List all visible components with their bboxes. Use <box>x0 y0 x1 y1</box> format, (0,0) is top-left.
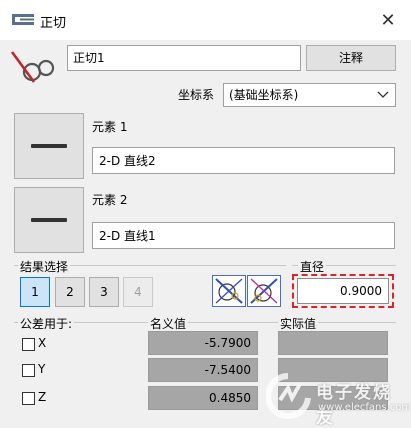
diameter-label: 直径 <box>298 258 327 275</box>
watermark: 电子发烧友 www.elecfans.com <box>266 372 411 428</box>
highlight-box <box>292 274 394 308</box>
tangent-tool-icon <box>10 46 58 88</box>
x-checkbox[interactable] <box>22 338 35 351</box>
y-label: Y <box>38 362 46 376</box>
y-checkbox[interactable] <box>22 364 35 377</box>
coord-system-value: (基础坐标系) <box>229 88 299 102</box>
nominal-x-value: -5.7900 <box>148 331 258 355</box>
comment-button[interactable]: 注释 <box>306 45 396 71</box>
element1-input[interactable]: 2-D 直线2 <box>92 147 395 174</box>
watermark-text-en: www.elecfans.com <box>318 402 411 413</box>
nominal-z-value: 0.4850 <box>148 386 258 410</box>
result-option-4[interactable]: 4 <box>123 277 153 307</box>
x-label: X <box>38 336 47 350</box>
actual-x-value <box>278 331 388 355</box>
nominal-header: 名义值 <box>148 315 189 332</box>
feature-name-input[interactable]: 正切1 <box>67 45 301 71</box>
tangent-app-icon <box>12 14 34 25</box>
element2-label: 元素 2 <box>92 193 128 207</box>
line-icon <box>31 144 67 148</box>
tangent-mode-b-button[interactable] <box>247 275 281 307</box>
window-title: 正切 <box>40 16 67 31</box>
element2-input[interactable]: 2-D 直线1 <box>92 222 395 249</box>
z-label: Z <box>38 390 47 404</box>
result-option-1[interactable]: 1 <box>20 277 50 307</box>
coord-system-label: 坐标系 <box>178 88 215 102</box>
result-select-label: 结果选择 <box>18 258 71 275</box>
tolerance-label: 公差用于: <box>18 315 75 332</box>
actual-header: 实际值 <box>278 315 319 332</box>
result-option-2[interactable]: 2 <box>55 277 85 307</box>
close-button[interactable]: ✕ <box>374 9 402 33</box>
tangent-mode-a-button[interactable] <box>212 275 246 307</box>
chevron-down-icon <box>377 87 389 101</box>
coord-system-select[interactable]: (基础坐标系) <box>223 83 396 107</box>
result-option-3[interactable]: 3 <box>89 277 119 307</box>
z-checkbox[interactable] <box>22 392 35 405</box>
watermark-logo-icon <box>266 373 311 419</box>
element1-label: 元素 1 <box>92 120 128 134</box>
line-icon <box>31 218 67 222</box>
element2-pick-button[interactable] <box>14 187 84 253</box>
element1-pick-button[interactable] <box>14 113 84 179</box>
nominal-y-value: -7.5400 <box>148 358 258 382</box>
